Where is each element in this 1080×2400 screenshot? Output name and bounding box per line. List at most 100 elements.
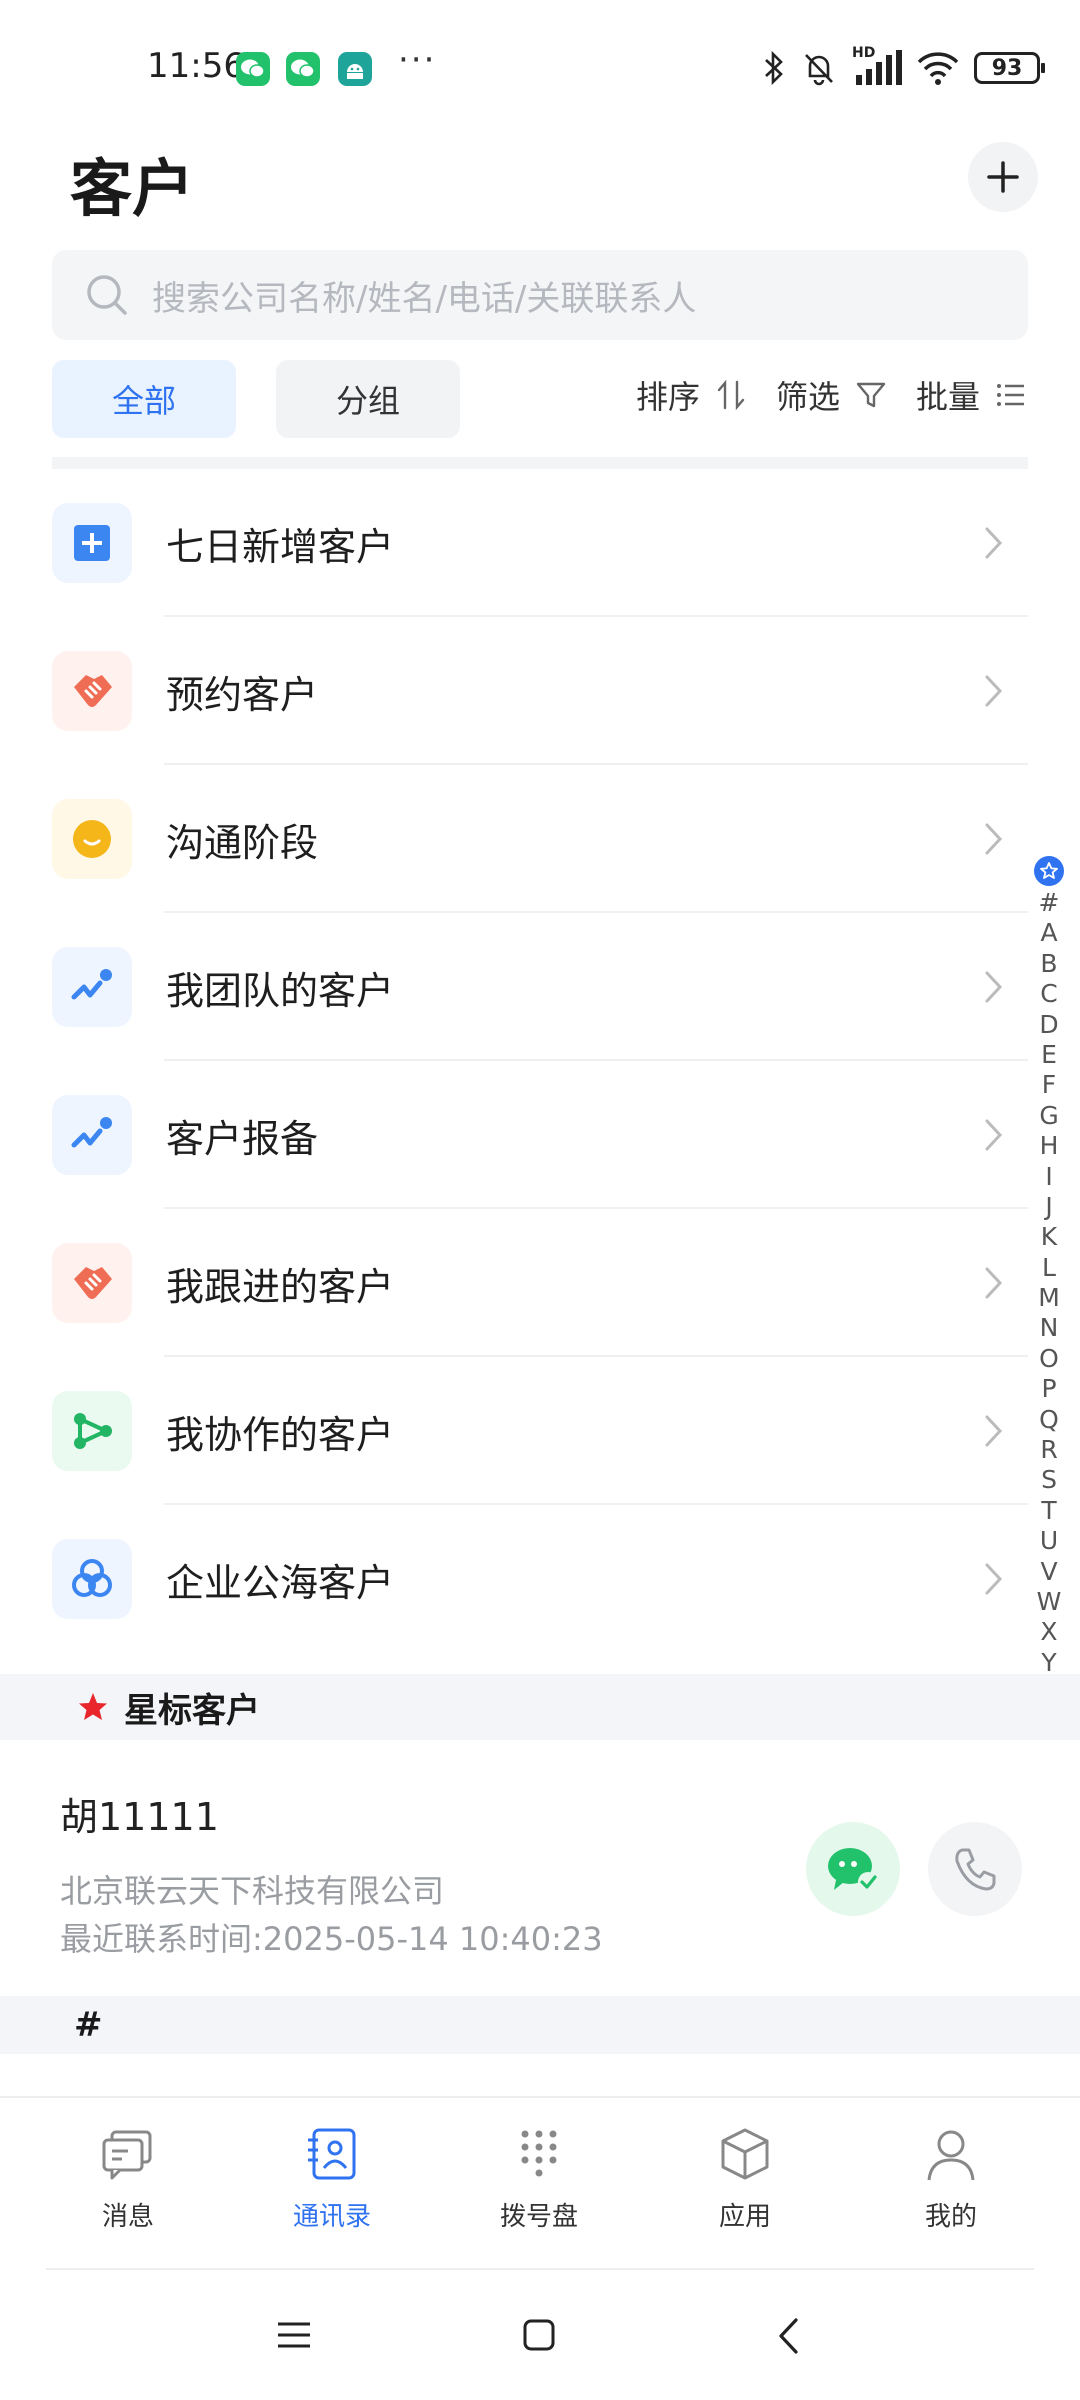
sort-button[interactable]: 排序 bbox=[636, 372, 700, 418]
search-input[interactable]: 搜索公司名称/姓名/电话/关联联系人 bbox=[52, 250, 1028, 340]
search-placeholder: 搜索公司名称/姓名/电话/关联联系人 bbox=[152, 278, 697, 319]
battery-icon: 93 bbox=[974, 52, 1045, 84]
alphabet-letter[interactable]: E bbox=[1041, 1040, 1057, 1070]
customer-last-contact: 最近联系时间:2025-05-14 10:40:23 bbox=[60, 1920, 603, 1958]
plus-square-icon bbox=[52, 503, 132, 583]
menu-item-communication-stage[interactable]: 沟通阶段 bbox=[52, 765, 1028, 913]
nav-apps[interactable]: 应用 bbox=[675, 2124, 815, 2233]
batch-button[interactable]: 批量 bbox=[916, 372, 980, 418]
chevron-right-icon bbox=[985, 1563, 1003, 1595]
chevron-right-icon bbox=[985, 971, 1003, 1003]
menu-item-appointment[interactable]: 预约客户 bbox=[52, 617, 1028, 765]
alphabet-letter[interactable]: L bbox=[1042, 1253, 1056, 1283]
tab-all[interactable]: 全部 bbox=[52, 360, 236, 438]
wechat-notification-icon bbox=[286, 52, 320, 86]
nav-label: 我的 bbox=[924, 2202, 977, 2232]
share-icon bbox=[52, 1391, 132, 1471]
nav-label: 消息 bbox=[101, 2202, 154, 2232]
menu-item-label: 我协作的客户 bbox=[166, 1412, 395, 1457]
alphabet-letter[interactable]: C bbox=[1040, 979, 1057, 1009]
star-index-icon[interactable] bbox=[1034, 856, 1064, 886]
alphabet-letter[interactable]: Q bbox=[1039, 1405, 1059, 1435]
list-icon[interactable] bbox=[994, 378, 1028, 412]
handshake-icon bbox=[52, 1243, 132, 1323]
menu-item-seven-day-new[interactable]: 七日新增客户 bbox=[52, 469, 1028, 617]
status-icons: HD 93 bbox=[762, 45, 1045, 90]
message-icon bbox=[102, 2130, 152, 2180]
alphabet-letter[interactable]: N bbox=[1040, 1313, 1059, 1343]
menu-icon[interactable] bbox=[276, 2320, 312, 2350]
hash-section-header: # bbox=[0, 1996, 1080, 2054]
phone-icon bbox=[955, 1848, 996, 1891]
wifi-icon bbox=[917, 52, 959, 85]
alphabet-letter[interactable]: H bbox=[1040, 1131, 1059, 1161]
menu-item-my-followed[interactable]: 我跟进的客户 bbox=[52, 1209, 1028, 1357]
sort-icon[interactable] bbox=[714, 378, 748, 412]
chevron-right-icon bbox=[985, 675, 1003, 707]
menu-item-label: 沟通阶段 bbox=[166, 820, 319, 865]
alphabet-letter[interactable]: W bbox=[1037, 1587, 1062, 1617]
nav-label: 通讯录 bbox=[292, 2202, 371, 2232]
section-title: # bbox=[74, 2005, 103, 2045]
alphabet-letter[interactable]: # bbox=[1039, 888, 1060, 918]
wechat-notification-icon bbox=[236, 52, 270, 86]
alphabet-letter[interactable]: B bbox=[1040, 949, 1057, 979]
search-icon bbox=[87, 275, 127, 315]
alphabet-letter[interactable]: P bbox=[1041, 1374, 1056, 1404]
menu-item-my-collaborated[interactable]: 我协作的客户 bbox=[52, 1357, 1028, 1505]
nav-label: 应用 bbox=[718, 2202, 771, 2232]
filter-icon[interactable] bbox=[854, 378, 888, 412]
chevron-right-icon bbox=[985, 1267, 1003, 1299]
section-title: 星标客户 bbox=[124, 1690, 260, 1731]
wechat-button[interactable] bbox=[806, 1822, 900, 1916]
alphabet-letter[interactable]: F bbox=[1042, 1070, 1056, 1100]
plus-icon bbox=[987, 161, 1019, 193]
alphabet-letter[interactable]: D bbox=[1039, 1010, 1058, 1040]
page-title: 客户 bbox=[70, 152, 195, 225]
filter-button[interactable]: 筛选 bbox=[776, 372, 840, 418]
alphabet-letter[interactable]: A bbox=[1040, 918, 1057, 948]
menu-item-label: 我跟进的客户 bbox=[166, 1264, 395, 1309]
menu-item-public-pool[interactable]: 企业公海客户 bbox=[52, 1505, 1028, 1653]
star-icon bbox=[79, 1693, 107, 1720]
bluetooth-icon bbox=[765, 50, 783, 86]
alphabet-letter[interactable]: J bbox=[1045, 1192, 1052, 1222]
trend-icon bbox=[52, 1095, 132, 1175]
tab-group[interactable]: 分组 bbox=[276, 360, 460, 438]
home-icon[interactable] bbox=[522, 2318, 556, 2352]
nav-contacts[interactable]: 通讯录 bbox=[262, 2124, 402, 2233]
menu-item-team-customers[interactable]: 我团队的客户 bbox=[52, 913, 1028, 1061]
list-tools: 排序 筛选 批量 bbox=[636, 372, 1028, 418]
alphabet-letter[interactable]: M bbox=[1038, 1283, 1060, 1313]
alphabet-letter[interactable]: X bbox=[1040, 1617, 1057, 1647]
nav-messages[interactable]: 消息 bbox=[58, 2124, 198, 2233]
chevron-right-icon bbox=[985, 1415, 1003, 1447]
add-customer-button[interactable] bbox=[968, 142, 1038, 212]
alphabet-letter[interactable]: U bbox=[1040, 1526, 1058, 1556]
wechat-icon bbox=[828, 1848, 878, 1892]
nav-me[interactable]: 我的 bbox=[881, 2124, 1021, 2233]
system-navigation-bar bbox=[0, 2270, 1080, 2400]
call-button[interactable] bbox=[928, 1822, 1022, 1916]
alphabet-letter[interactable]: G bbox=[1039, 1101, 1058, 1131]
nav-label: 拨号盘 bbox=[499, 2202, 578, 2232]
back-icon[interactable] bbox=[776, 2316, 800, 2356]
alphabet-letter[interactable]: I bbox=[1045, 1162, 1052, 1192]
alphabet-letter[interactable]: V bbox=[1040, 1557, 1057, 1587]
menu-item-customer-report[interactable]: 客户报备 bbox=[52, 1061, 1028, 1209]
nav-dialpad[interactable]: 拨号盘 bbox=[469, 2124, 609, 2233]
alphabet-letter[interactable]: T bbox=[1041, 1496, 1056, 1526]
menu-item-label: 企业公海客户 bbox=[166, 1560, 395, 1605]
alphabet-index[interactable]: #ABCDEFGHIJKLMNOPQRSTUVWXYZ bbox=[1034, 856, 1064, 1709]
chat-bubble-icon bbox=[52, 799, 132, 879]
alphabet-letter[interactable]: K bbox=[1041, 1222, 1057, 1252]
menu-item-label: 七日新增客户 bbox=[166, 524, 395, 569]
customer-name[interactable]: 胡11111 bbox=[60, 1786, 219, 1841]
bottom-navigation: 消息 通讯录 拨号盘 应用 我的 bbox=[0, 2096, 1080, 2270]
alphabet-letter[interactable]: O bbox=[1039, 1344, 1059, 1374]
chevron-right-icon bbox=[985, 1119, 1003, 1151]
alphabet-letter[interactable]: S bbox=[1041, 1465, 1057, 1495]
mute-bell-icon bbox=[805, 54, 833, 86]
alphabet-letter[interactable]: R bbox=[1040, 1435, 1057, 1465]
more-notifications-icon: ··· bbox=[398, 40, 437, 80]
